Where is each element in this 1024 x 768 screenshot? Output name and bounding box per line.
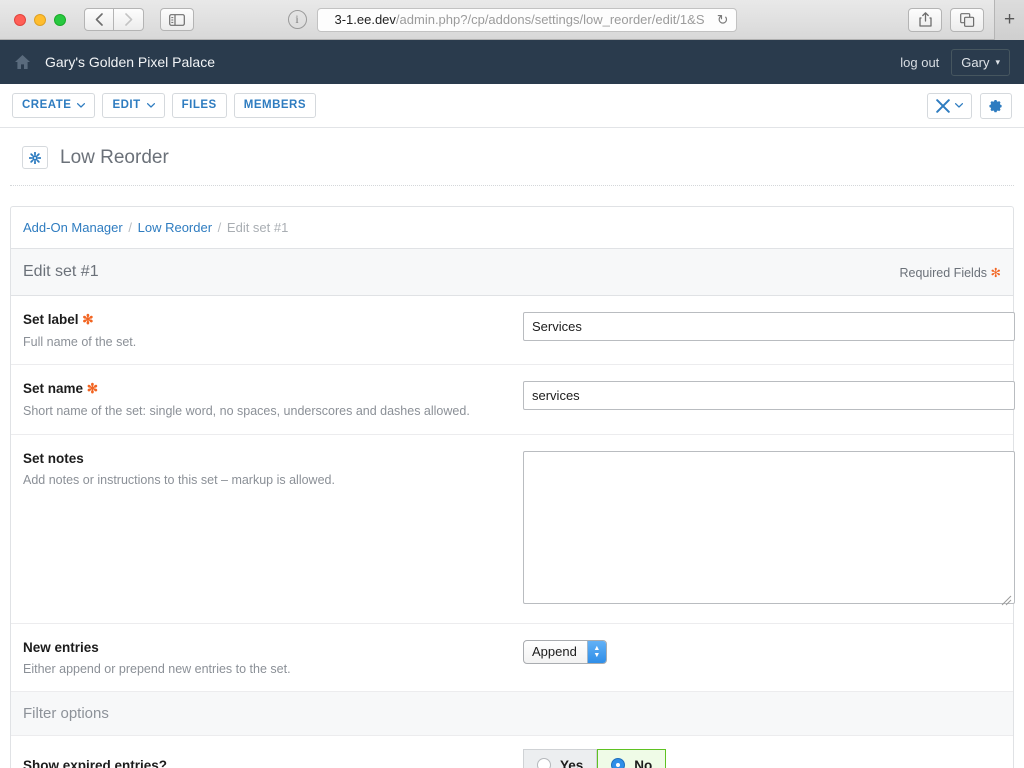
- header-actions: log out Gary ▾: [900, 48, 1010, 76]
- info-icon[interactable]: i: [287, 10, 307, 29]
- user-menu-label: Gary: [961, 54, 990, 70]
- new-entries-selected-value: Append: [532, 644, 577, 659]
- breadcrumb-item-low-reorder[interactable]: Low Reorder: [138, 220, 212, 235]
- field-row-show-expired: Show expired entries? Yes No: [11, 736, 1013, 768]
- navigation-buttons: [84, 8, 144, 31]
- chevron-down-icon: [146, 103, 155, 108]
- set-label-input[interactable]: [523, 312, 1015, 341]
- url-text: 3-1.ee.dev/admin.php?/cp/addons/settings…: [326, 12, 728, 27]
- required-asterisk-icon: ✻: [990, 265, 1001, 280]
- breadcrumb-separator: /: [128, 220, 132, 235]
- url-host: 3-1.ee.dev: [334, 12, 396, 27]
- page-title: Low Reorder: [60, 146, 169, 168]
- section-header-filter-options: Filter options: [11, 691, 1013, 736]
- tools-menu-button[interactable]: [927, 92, 972, 119]
- close-window-button[interactable]: [14, 13, 26, 26]
- required-asterisk-icon: ✻: [82, 312, 94, 327]
- tools-icon: [936, 98, 950, 113]
- show-expired-option-yes-label: Yes: [560, 757, 584, 768]
- app-header: Gary's Golden Pixel Palace log out Gary …: [0, 40, 1024, 84]
- show-expired-option-no[interactable]: No: [597, 748, 667, 768]
- set-label-text: Set label: [23, 312, 79, 327]
- address-bar-container: i 3-1.ee.dev/admin.php?/cp/addons/settin…: [0, 7, 1024, 32]
- members-button[interactable]: MEMBERS: [233, 92, 317, 119]
- field-row-new-entries: New entries Either append or prepend new…: [11, 624, 1013, 692]
- site-name: Gary's Golden Pixel Palace: [45, 54, 215, 70]
- show-expired-label: Show expired entries?: [23, 757, 168, 768]
- gear-icon: [29, 151, 41, 164]
- tab-overview-icon: [959, 12, 974, 27]
- chevron-down-icon: [955, 103, 963, 108]
- breadcrumb-item-current: Edit set #1: [226, 220, 289, 235]
- home-icon[interactable]: [14, 54, 31, 70]
- maximize-window-button[interactable]: [54, 13, 66, 26]
- new-entries-label: New entries: [23, 639, 99, 655]
- gear-icon: [989, 99, 1002, 112]
- chevron-down-icon: [77, 103, 86, 108]
- set-name-label: Set name ✻: [23, 381, 523, 397]
- set-notes-label: Set notes: [23, 450, 84, 466]
- required-fields-label: Required Fields: [899, 265, 988, 280]
- chevron-down-icon: ▾: [995, 56, 1000, 67]
- logout-link[interactable]: log out: [900, 55, 939, 70]
- set-label-description: Full name of the set.: [23, 335, 137, 349]
- share-icon: [918, 12, 932, 27]
- set-notes-textarea[interactable]: [523, 450, 1015, 604]
- share-button[interactable]: [908, 7, 942, 32]
- breadcrumb-item-addon-manager[interactable]: Add-On Manager: [23, 220, 123, 235]
- chevron-right-icon: [124, 13, 132, 26]
- browser-chrome: i 3-1.ee.dev/admin.php?/cp/addons/settin…: [0, 0, 1024, 40]
- set-notes-wrapper: [523, 450, 1015, 609]
- set-notes-description: Add notes or instructions to this set – …: [23, 472, 335, 487]
- select-stepper-icon: ▲ ▼: [586, 640, 606, 663]
- field-row-set-name: Set name ✻ Short name of the set: single…: [11, 365, 1015, 435]
- breadcrumb-separator: /: [217, 220, 222, 235]
- new-entries-select[interactable]: Append ▲ ▼: [523, 639, 607, 664]
- panel-header: Edit set #1 Required Fields ✻: [11, 249, 1013, 296]
- user-menu-button[interactable]: Gary ▾: [951, 48, 1010, 76]
- required-fields-note: Required Fields ✻: [899, 265, 1001, 280]
- url-path: /admin.php?/cp/addons/settings/low_reord…: [395, 12, 705, 27]
- radio-icon-selected: [611, 758, 626, 768]
- field-row-set-notes: Set notes Add notes or instructions to t…: [11, 435, 1015, 624]
- window-controls: [14, 13, 66, 26]
- new-tab-button[interactable]: +: [994, 0, 1024, 40]
- address-bar[interactable]: 3-1.ee.dev/admin.php?/cp/addons/settings…: [316, 7, 737, 32]
- breadcrumb: Add-On Manager / Low Reorder / Edit set …: [11, 207, 1013, 249]
- back-button[interactable]: [84, 8, 114, 31]
- create-menu-button[interactable]: CREATE: [12, 92, 96, 119]
- main-toolbar: CREATE EDIT FILES MEMBERS: [0, 84, 1024, 128]
- field-row-set-label: Set label ✻ Full name of the set.: [11, 296, 1015, 366]
- radio-icon: [537, 758, 551, 768]
- new-entries-description: Either append or prepend new entries to …: [23, 661, 291, 676]
- edit-menu-label: EDIT: [112, 98, 141, 111]
- files-button[interactable]: FILES: [171, 92, 227, 119]
- set-label-label: Set label ✻: [23, 312, 523, 328]
- show-expired-option-yes[interactable]: Yes: [523, 748, 598, 768]
- sidebar-toggle-icon: [169, 13, 185, 26]
- forward-button[interactable]: [114, 8, 144, 31]
- page-title-row: Low Reorder: [10, 128, 1014, 186]
- main-content: Add-On Manager / Low Reorder / Edit set …: [0, 186, 1024, 768]
- show-tabs-button[interactable]: [950, 7, 984, 32]
- set-name-input[interactable]: [523, 381, 1015, 411]
- reload-icon[interactable]: ↻: [717, 11, 729, 28]
- browser-actions: +: [900, 0, 1024, 40]
- set-name-text: Set name: [23, 381, 84, 397]
- settings-panel: Add-On Manager / Low Reorder / Edit set …: [10, 206, 1015, 768]
- show-expired-option-no-label: No: [634, 757, 653, 768]
- toolbar-right-actions: [927, 92, 1012, 119]
- panel-heading: Edit set #1: [23, 263, 99, 280]
- required-asterisk-icon: ✻: [86, 381, 99, 397]
- set-name-description: Short name of the set: single word, no s…: [23, 404, 470, 419]
- sidebar-toggle-button[interactable]: [160, 8, 194, 31]
- show-expired-radio-group: Yes No: [523, 748, 1001, 768]
- page-settings-button[interactable]: [22, 146, 48, 169]
- edit-menu-button[interactable]: EDIT: [102, 92, 165, 119]
- create-menu-label: CREATE: [22, 98, 72, 111]
- chevron-left-icon: [95, 13, 103, 26]
- minimize-window-button[interactable]: [34, 13, 46, 26]
- settings-button[interactable]: [980, 92, 1012, 119]
